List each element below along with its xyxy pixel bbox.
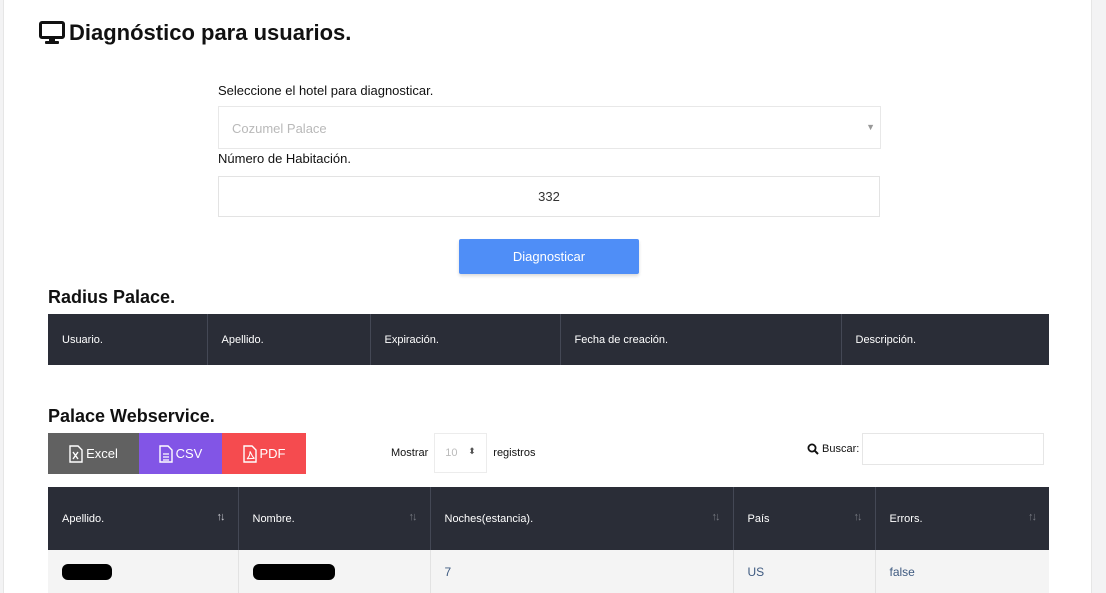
radius-col-fecha-creacion[interactable]: Fecha de creación. [560, 314, 842, 365]
page-length-control: Mostrar 10 ⬍ registros [391, 433, 535, 473]
sort-icon: ↑↓ [711, 511, 721, 523]
page-title: Diagnóstico para usuarios. [39, 20, 351, 46]
cell-nombre [238, 550, 431, 593]
diagnose-button[interactable]: Diagnosticar [459, 239, 639, 274]
room-label: Número de Habitación. [218, 151, 351, 166]
radius-col-descripcion[interactable]: Descripción. [841, 314, 1049, 365]
ws-col-nombre-label: Nombre. [252, 512, 295, 525]
search-control: Buscar: [807, 433, 1045, 465]
cell-noches: 7 [430, 550, 734, 593]
sort-icon: ↑↓ [1028, 511, 1037, 523]
sort-icon: ↑↓ [853, 511, 863, 523]
monitor-icon [39, 21, 65, 44]
export-excel-label: Excel [86, 446, 118, 461]
room-number-input[interactable] [218, 176, 880, 217]
hotel-select[interactable]: Cozumel Palace ▼ [218, 106, 881, 149]
ws-col-nombre[interactable]: Nombre. ↑↓ [238, 487, 431, 550]
page-length-value: 10 [445, 447, 458, 459]
length-prefix: Mostrar [391, 447, 429, 459]
export-pdf-label: PDF [259, 446, 286, 461]
length-suffix: registros [493, 447, 536, 459]
main-panel: Diagnóstico para usuarios. Seleccione el… [3, 0, 1092, 593]
cell-errors: false [875, 550, 1049, 593]
redacted-block [252, 563, 335, 580]
ws-col-pais-label: País [747, 512, 770, 525]
export-csv-label: CSV [175, 446, 203, 461]
radius-table: Usuario. Apellido. Expiración. Fecha de … [48, 314, 1049, 365]
export-csv-button[interactable]: CSV [139, 433, 222, 474]
search-label: Buscar: [822, 443, 860, 455]
webservice-section-title: Palace Webservice. [48, 406, 215, 426]
search-icon [807, 443, 819, 455]
radius-col-usuario[interactable]: Usuario. [48, 314, 208, 365]
ws-col-apellido[interactable]: Apellido. ↑↓ [48, 487, 239, 550]
ws-col-errors-label: Errors. [889, 512, 923, 525]
search-input[interactable] [862, 433, 1045, 465]
pdf-file-icon [242, 444, 257, 463]
cell-apellido [48, 550, 239, 593]
webservice-table: Apellido. ↑↓ Nombre. ↑↓ Noches(estancia)… [48, 487, 1049, 593]
csv-file-icon [158, 444, 173, 463]
updown-caret-icon: ⬍ [468, 446, 476, 456]
export-excel-button[interactable]: Excel [48, 433, 139, 474]
sort-icon: ↑↓ [216, 511, 226, 523]
hotel-label: Seleccione el hotel para diagnosticar. [218, 83, 434, 98]
ws-col-apellido-label: Apellido. [62, 512, 105, 525]
page-length-select[interactable]: 10 ⬍ [434, 433, 488, 473]
caret-down-icon: ▼ [866, 122, 875, 132]
export-buttons: Excel CSV PDF [48, 433, 306, 474]
excel-file-icon [69, 444, 83, 463]
radius-col-apellido[interactable]: Apellido. [207, 314, 371, 365]
hotel-select-value: Cozumel Palace [232, 121, 327, 136]
ws-col-pais[interactable]: País ↑↓ [733, 487, 876, 550]
redacted-block [62, 563, 112, 580]
page-title-text: Diagnóstico para usuarios. [69, 20, 352, 45]
radius-col-expiracion[interactable]: Expiración. [370, 314, 561, 365]
ws-col-errors[interactable]: Errors. ↑↓ [875, 487, 1049, 550]
ws-col-noches[interactable]: Noches(estancia). ↑↓ [430, 487, 734, 550]
sort-icon: ↑↓ [408, 511, 418, 523]
export-pdf-button[interactable]: PDF [222, 433, 306, 474]
table-row: 7 US false [48, 550, 1049, 593]
ws-col-noches-label: Noches(estancia). [444, 512, 534, 525]
radius-section-title: Radius Palace. [48, 287, 176, 307]
cell-pais: US [733, 550, 876, 593]
